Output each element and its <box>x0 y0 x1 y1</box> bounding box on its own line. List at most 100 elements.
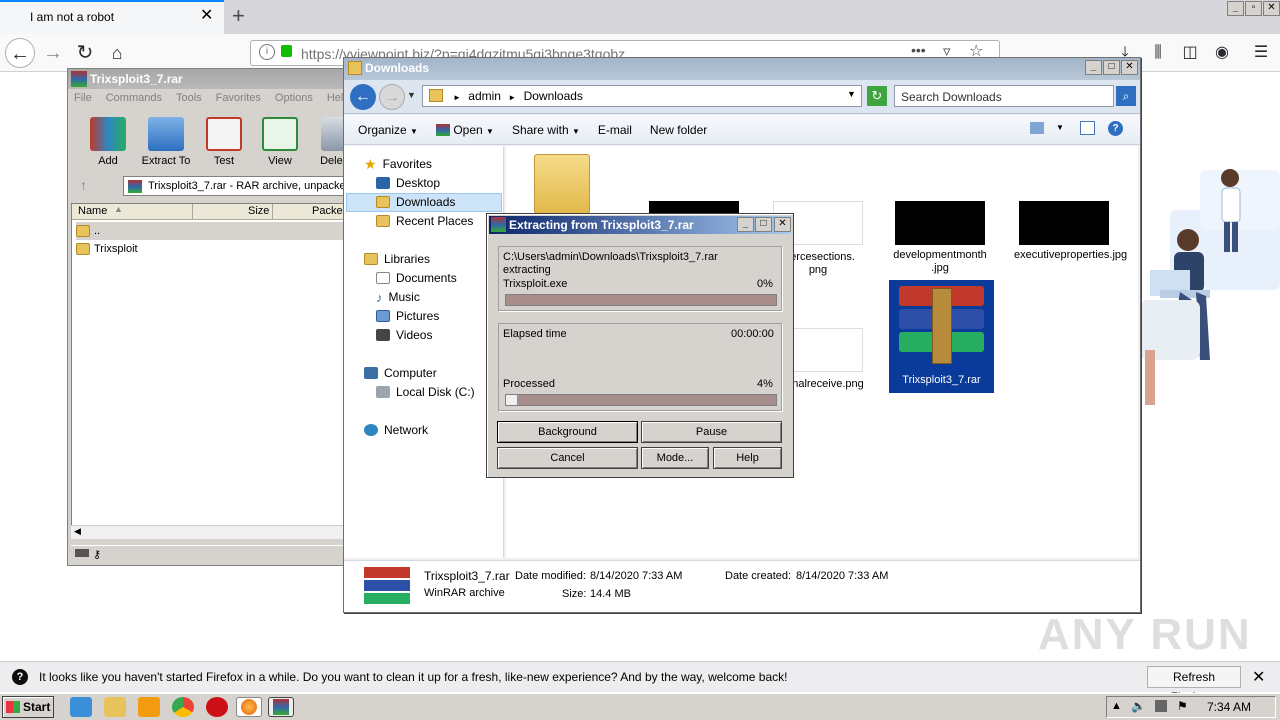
minimize-icon[interactable]: _ <box>1227 1 1244 16</box>
browser-tab[interactable]: I am not a robot <box>0 0 224 34</box>
menu-commands[interactable]: Commands <box>106 92 162 108</box>
start-button[interactable]: Start <box>2 696 54 718</box>
open-button[interactable]: Open ▼ <box>435 123 494 137</box>
test-button[interactable]: Test <box>194 117 254 167</box>
tree-item-local-disk[interactable]: Local Disk (C:) <box>376 383 475 401</box>
menu-tools[interactable]: Tools <box>176 92 202 108</box>
minimize-icon[interactable]: _ <box>1085 60 1102 75</box>
close-icon[interactable]: ✕ <box>1121 60 1138 75</box>
organize-button[interactable]: Organize ▼ <box>358 123 418 137</box>
page-actions-icon[interactable]: ••• <box>911 42 926 58</box>
share-with-button[interactable]: Share with ▼ <box>512 123 580 137</box>
back-arrow-icon[interactable]: ← <box>350 84 376 110</box>
close-icon[interactable]: ✕ <box>774 217 791 232</box>
tab-close-icon[interactable]: ✕ <box>200 8 213 24</box>
chevron-down-icon[interactable]: ▼ <box>1056 123 1064 132</box>
extract-to-button[interactable]: Extract To <box>136 117 196 167</box>
selected-file-item[interactable]: Trixsploit3_7.rar <box>889 280 994 393</box>
tree-item-downloads[interactable]: Downloads <box>376 193 455 211</box>
ie-icon[interactable] <box>70 697 92 717</box>
archive-path-field[interactable]: Trixsploit3_7.rar - RAR archive, unpacke… <box>123 176 363 196</box>
info-icon[interactable]: i <box>259 44 275 60</box>
change-view-icon[interactable] <box>1030 122 1044 134</box>
volume-icon[interactable]: 🔈 <box>1131 699 1146 713</box>
scroll-left-icon[interactable]: ◀ <box>74 526 81 537</box>
list-item[interactable]: Trixsploit <box>76 240 138 258</box>
tree-item-computer[interactable]: Computer <box>364 364 437 382</box>
new-folder-button[interactable]: New folder <box>650 123 707 137</box>
menu-favorites[interactable]: Favorites <box>216 92 261 108</box>
restore-icon[interactable]: ▫ <box>1245 1 1262 16</box>
pause-button[interactable]: Pause <box>641 421 782 443</box>
firefox-taskbar-button[interactable] <box>236 697 262 717</box>
winrar-taskbar-button[interactable] <box>268 697 294 717</box>
help-button[interactable]: Help <box>713 447 782 469</box>
account-icon[interactable]: ◉ <box>1211 42 1233 64</box>
maximize-icon[interactable]: □ <box>1103 60 1120 75</box>
breadcrumb-admin[interactable]: admin <box>468 89 501 103</box>
forward-arrow-icon[interactable]: → <box>38 38 68 68</box>
file-label: executiveproperties.jpg <box>1014 249 1128 261</box>
refresh-icon[interactable]: ↻ <box>867 86 887 106</box>
question-icon: ? <box>12 669 28 685</box>
cancel-button[interactable]: Cancel <box>497 447 638 469</box>
media-player-icon[interactable] <box>138 697 160 717</box>
close-icon[interactable]: ✕ <box>1263 1 1280 16</box>
file-item[interactable]: developmentmonth .jpg <box>890 201 990 275</box>
tray-expand-icon[interactable]: ▲ <box>1111 700 1122 712</box>
new-tab-icon[interactable]: + <box>232 5 245 27</box>
search-input[interactable]: Search Downloads <box>894 85 1114 107</box>
winrar-title-bar[interactable]: Trixsploit3_7.rar <box>68 69 356 89</box>
tree-item-documents[interactable]: Documents <box>376 269 457 287</box>
back-arrow-icon[interactable]: ← <box>5 38 35 68</box>
maximize-icon[interactable]: □ <box>755 217 772 232</box>
library-icon[interactable]: ⫼ <box>1147 42 1169 64</box>
tree-item-recent-places[interactable]: Recent Places <box>376 212 473 230</box>
minimize-icon[interactable]: _ <box>737 217 754 232</box>
horizontal-scrollbar[interactable]: ◀ <box>71 525 356 539</box>
flag-icon[interactable]: ⚑ <box>1177 699 1188 713</box>
chevron-down-icon[interactable]: ▼ <box>847 89 856 99</box>
tree-item-music[interactable]: ♪ Music <box>376 288 420 306</box>
home-icon[interactable]: ⌂ <box>102 38 132 68</box>
tree-item-network[interactable]: Network <box>364 421 428 439</box>
file-item[interactable]: executiveproperties.jpg <box>1014 201 1127 262</box>
details-size-label: Size: <box>562 588 587 600</box>
add-button[interactable]: Add <box>78 117 138 167</box>
background-button[interactable]: Background <box>497 421 638 443</box>
mode-button[interactable]: Mode... <box>641 447 709 469</box>
clock[interactable]: 7:34 AM <box>1207 700 1251 714</box>
search-icon[interactable]: ⌕ <box>1116 86 1136 106</box>
menu-options[interactable]: Options <box>275 92 313 108</box>
list-item[interactable]: .. <box>76 222 353 240</box>
menu-icon[interactable]: ☰ <box>1250 42 1272 64</box>
help-icon[interactable]: ? <box>1108 121 1123 136</box>
refresh-firefox-button[interactable]: Refresh Firefox... <box>1147 666 1241 704</box>
column-name[interactable]: Name <box>78 205 107 217</box>
menu-file[interactable]: File <box>74 92 92 108</box>
preview-pane-icon[interactable] <box>1080 121 1095 135</box>
forward-arrow-icon[interactable]: → <box>379 84 405 110</box>
tree-item-videos[interactable]: Videos <box>376 326 432 344</box>
explorer-icon[interactable] <box>104 697 126 717</box>
explorer-title-bar[interactable] <box>344 58 1140 80</box>
up-arrow-icon[interactable]: ↑ <box>80 177 87 193</box>
breadcrumb-downloads[interactable]: Downloads <box>524 89 583 103</box>
column-size[interactable]: Size <box>248 205 269 217</box>
reload-icon[interactable]: ↻ <box>70 38 100 68</box>
image-thumbnail[interactable] <box>649 201 739 213</box>
recent-pages-icon[interactable]: ▼ <box>407 90 416 100</box>
chrome-icon[interactable] <box>172 697 194 717</box>
tree-item-libraries[interactable]: Libraries <box>364 250 430 268</box>
close-icon[interactable]: ✕ <box>1252 667 1265 687</box>
address-bar[interactable]: ► admin ► Downloads ▼ <box>422 85 862 107</box>
sidebar-icon[interactable]: ◫ <box>1179 42 1201 64</box>
network-tray-icon[interactable] <box>1155 700 1167 712</box>
folder-icon[interactable] <box>534 154 590 214</box>
tree-item-desktop[interactable]: Desktop <box>376 174 440 192</box>
view-button[interactable]: View <box>250 117 310 167</box>
email-button[interactable]: E-mail <box>598 123 632 137</box>
tree-item-pictures[interactable]: Pictures <box>376 307 439 325</box>
opera-icon[interactable] <box>206 697 228 717</box>
tree-item-favorites[interactable]: ★ Favorites <box>364 155 432 173</box>
